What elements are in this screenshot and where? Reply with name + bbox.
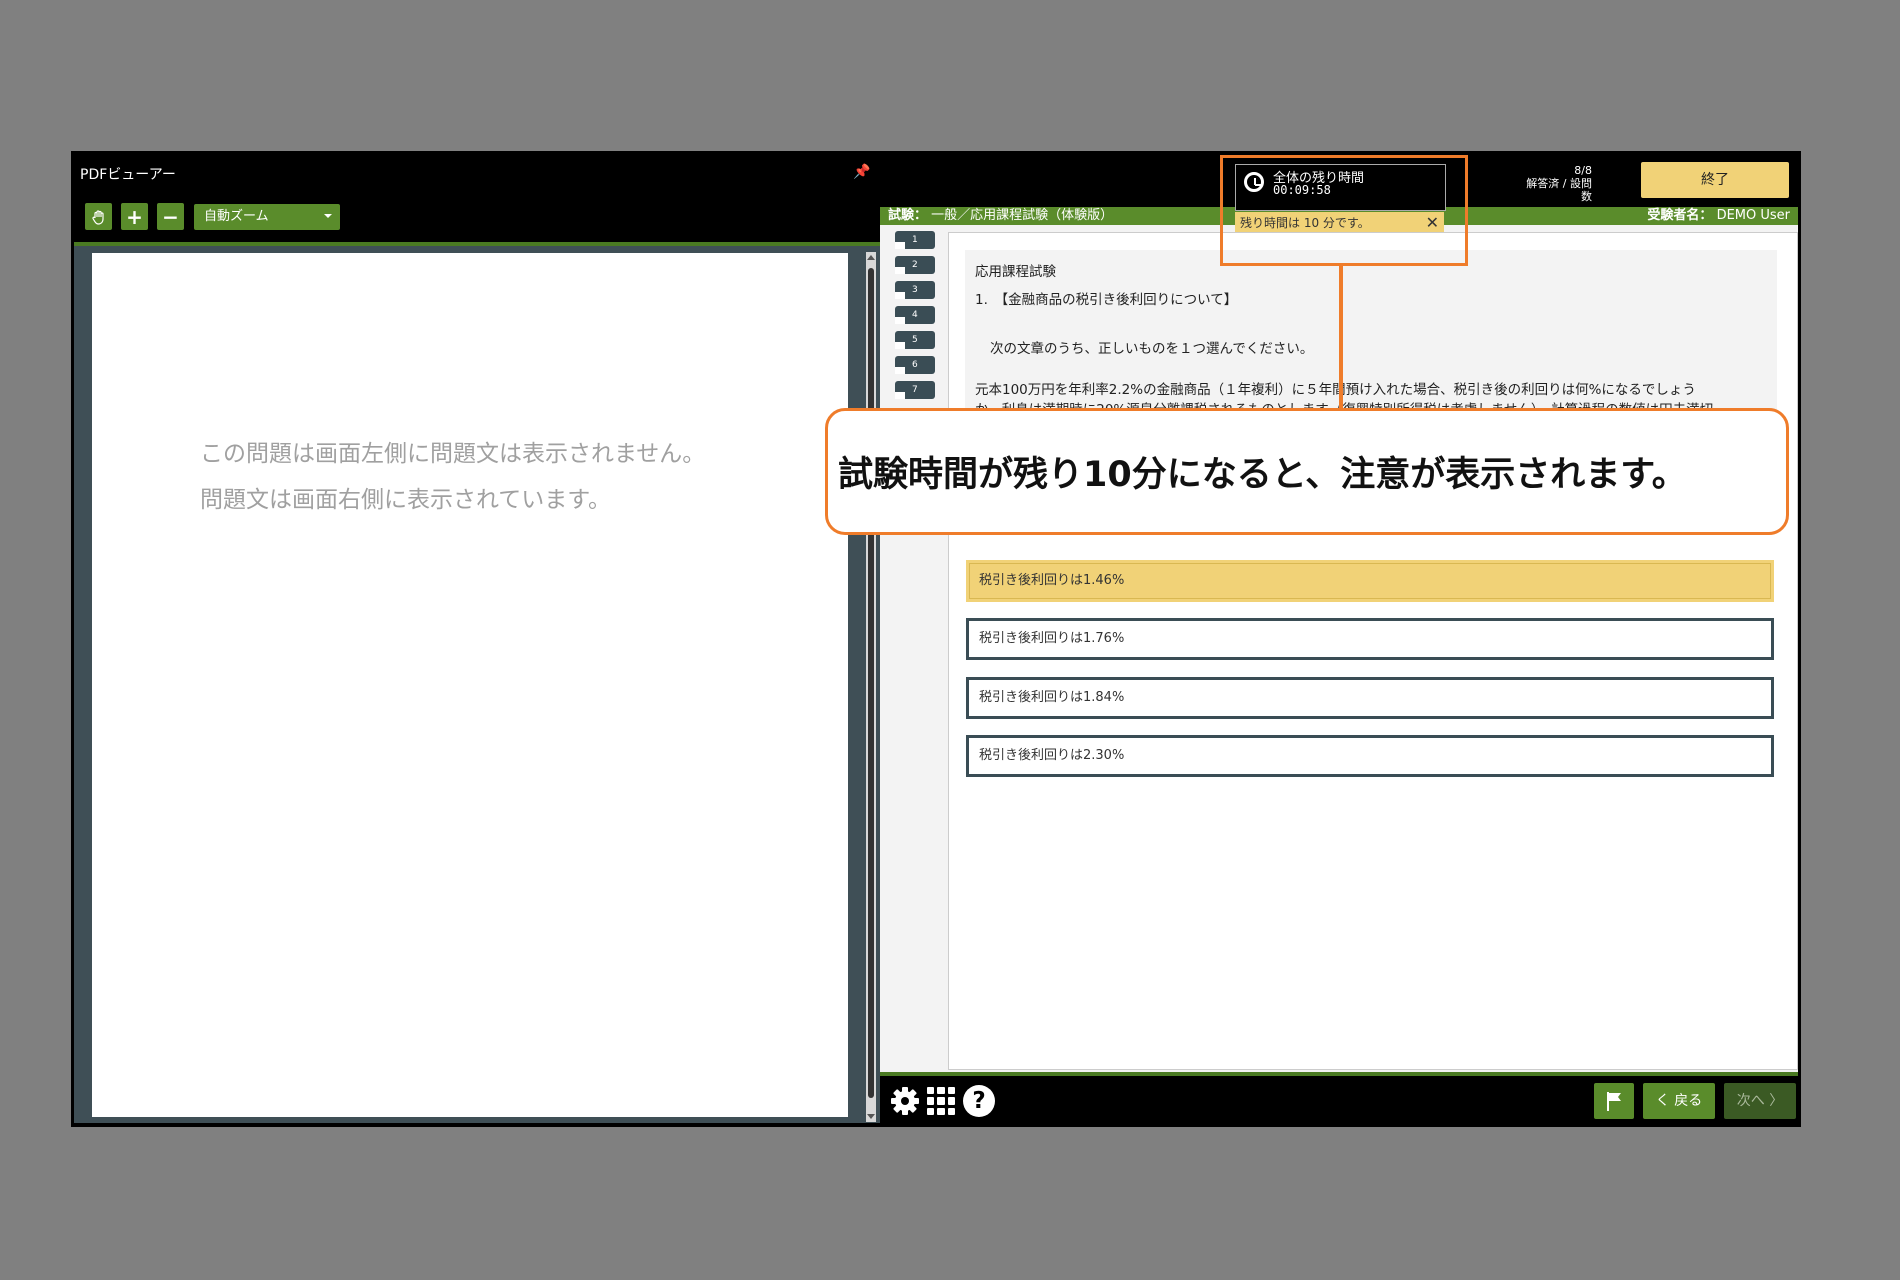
help-icon[interactable]: ?	[963, 1085, 995, 1117]
question-tab-label: 7	[912, 385, 918, 395]
pin-icon[interactable]: 📌	[853, 164, 870, 180]
question-tab-3[interactable]: 3	[895, 281, 935, 299]
answered-label: 解答済 / 設問数	[1526, 177, 1592, 203]
question-tab-label: 3	[912, 285, 918, 295]
question-tab-label: 1	[912, 235, 918, 245]
choice-3[interactable]: 税引き後利回りは1.84%	[966, 677, 1774, 719]
zoom-select[interactable]: 自動ズーム	[194, 204, 340, 230]
examinee-label: 受験者名：	[1647, 208, 1713, 223]
back-button[interactable]: く 戻る	[1643, 1083, 1715, 1119]
question-tab-label: 5	[912, 335, 918, 345]
zoom-select-value: 自動ズーム	[204, 209, 269, 224]
zoom-out-button[interactable]: −	[157, 203, 184, 230]
exam-name: 一般／応用課程試験（体験版）	[931, 208, 1114, 223]
question-title: 1. 【金融商品の税引き後利回りについて】	[975, 292, 1238, 308]
scroll-down-icon[interactable]	[867, 1114, 875, 1119]
pdf-message-line-1: この問題は画面左側に問題文は表示されません。	[200, 441, 706, 467]
timer-highlight-box	[1220, 155, 1468, 266]
pdf-message-line-2: 問題文は画面右側に表示されています。	[200, 487, 612, 513]
question-tab-label: 6	[912, 360, 918, 370]
callout-connector	[1339, 266, 1343, 411]
tab-fold	[895, 267, 905, 274]
exam-label: 試験：	[888, 208, 928, 223]
question-tab-label: 2	[912, 260, 918, 270]
plus-icon: +	[126, 204, 143, 229]
pdf-viewer-title: PDFビューアー	[80, 167, 176, 183]
examinee-name: DEMO User	[1716, 208, 1790, 223]
hand-icon	[91, 209, 104, 225]
minus-icon: −	[162, 204, 179, 229]
choice-4[interactable]: 税引き後利回りは2.30%	[966, 735, 1774, 777]
choice-2[interactable]: 税引き後利回りは1.76%	[966, 618, 1774, 660]
question-tab-1[interactable]: 1	[895, 231, 935, 249]
tab-fold	[895, 342, 905, 349]
callout-text: 試験時間が残り10分になると、注意が表示されます。	[838, 455, 1687, 495]
question-body-line-1: 元本100万円を年利率2.2%の金融商品（１年複利）に５年間預け入れた場合、税引…	[975, 382, 1696, 398]
chevron-down-icon	[324, 214, 332, 218]
question-tab-6[interactable]: 6	[895, 356, 935, 374]
question-course: 応用課程試験	[975, 264, 1056, 280]
choice-1[interactable]: 税引き後利回りは1.46%	[966, 560, 1774, 602]
question-tab-2[interactable]: 2	[895, 256, 935, 274]
question-tab-4[interactable]: 4	[895, 306, 935, 324]
tab-fold	[895, 242, 905, 249]
answered-count: 8/8	[1574, 164, 1592, 177]
end-exam-button[interactable]: 終了	[1641, 162, 1789, 198]
pdf-scrollbar[interactable]	[866, 252, 876, 1122]
tab-fold	[895, 367, 905, 374]
zoom-in-button[interactable]: +	[121, 203, 148, 230]
examinee-info: 受験者名： DEMO User	[1647, 207, 1790, 225]
pdf-scrollbar-thumb[interactable]	[868, 268, 874, 1098]
scroll-up-icon[interactable]	[867, 255, 875, 260]
question-tab-5[interactable]: 5	[895, 331, 935, 349]
tab-fold	[895, 292, 905, 299]
gear-icon[interactable]	[890, 1086, 920, 1116]
question-instruction: 次の文章のうち、正しいものを１つ選んでください。	[990, 341, 1314, 357]
flag-button[interactable]	[1594, 1083, 1634, 1119]
tab-fold	[895, 392, 905, 399]
tab-fold	[895, 317, 905, 324]
hand-tool-button[interactable]	[85, 203, 112, 230]
flag-icon	[1607, 1092, 1621, 1111]
question-tab-label: 4	[912, 310, 918, 320]
question-tab-7[interactable]: 7	[895, 381, 935, 399]
grid-menu-icon[interactable]	[927, 1087, 955, 1115]
callout-box: 試験時間が残り10分になると、注意が表示されます。	[825, 408, 1789, 535]
answered-counter: 8/8 解答済 / 設問数	[1520, 164, 1592, 203]
exam-info: 試験： 一般／応用課程試験（体験版）	[888, 207, 1113, 225]
next-button[interactable]: 次へ 〉	[1724, 1083, 1796, 1119]
pdf-page	[92, 253, 848, 1117]
